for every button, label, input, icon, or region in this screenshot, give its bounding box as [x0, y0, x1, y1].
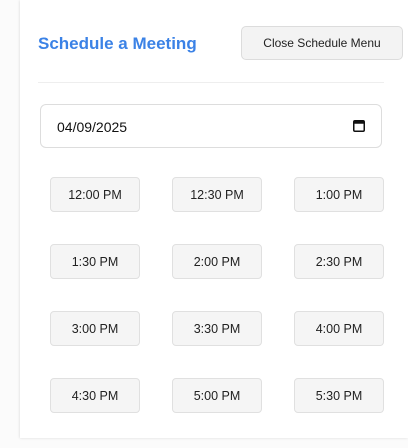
schedule-header: Schedule a Meeting Close Schedule Menu — [38, 26, 403, 62]
divider — [38, 82, 384, 83]
time-slot-button[interactable]: 5:00 PM — [172, 378, 262, 413]
time-slot-button[interactable]: 1:00 PM — [294, 177, 384, 212]
time-slot-button[interactable]: 1:30 PM — [50, 244, 140, 279]
time-slot-button[interactable]: 2:00 PM — [172, 244, 262, 279]
close-schedule-menu-button[interactable]: Close Schedule Menu — [241, 26, 403, 60]
time-slot-button[interactable]: 12:30 PM — [172, 177, 262, 212]
date-input[interactable]: 04/09/2025 — [40, 104, 382, 148]
calendar-icon[interactable] — [353, 119, 365, 132]
time-slot-button[interactable]: 4:00 PM — [294, 311, 384, 346]
page-title: Schedule a Meeting — [38, 34, 197, 53]
time-slot-button[interactable]: 3:30 PM — [172, 311, 262, 346]
date-value: 04/09/2025 — [57, 119, 128, 135]
schedule-panel: Schedule a Meeting Close Schedule Menu 0… — [20, 0, 408, 438]
time-slot-button[interactable]: 2:30 PM — [294, 244, 384, 279]
time-slot-grid: 12:00 PM 12:30 PM 1:00 PM 1:30 PM 2:00 P… — [50, 177, 385, 413]
time-slot-button[interactable]: 3:00 PM — [50, 311, 140, 346]
time-slot-button[interactable]: 5:30 PM — [294, 378, 384, 413]
time-slot-button[interactable]: 12:00 PM — [50, 177, 140, 212]
time-slot-button[interactable]: 4:30 PM — [50, 378, 140, 413]
